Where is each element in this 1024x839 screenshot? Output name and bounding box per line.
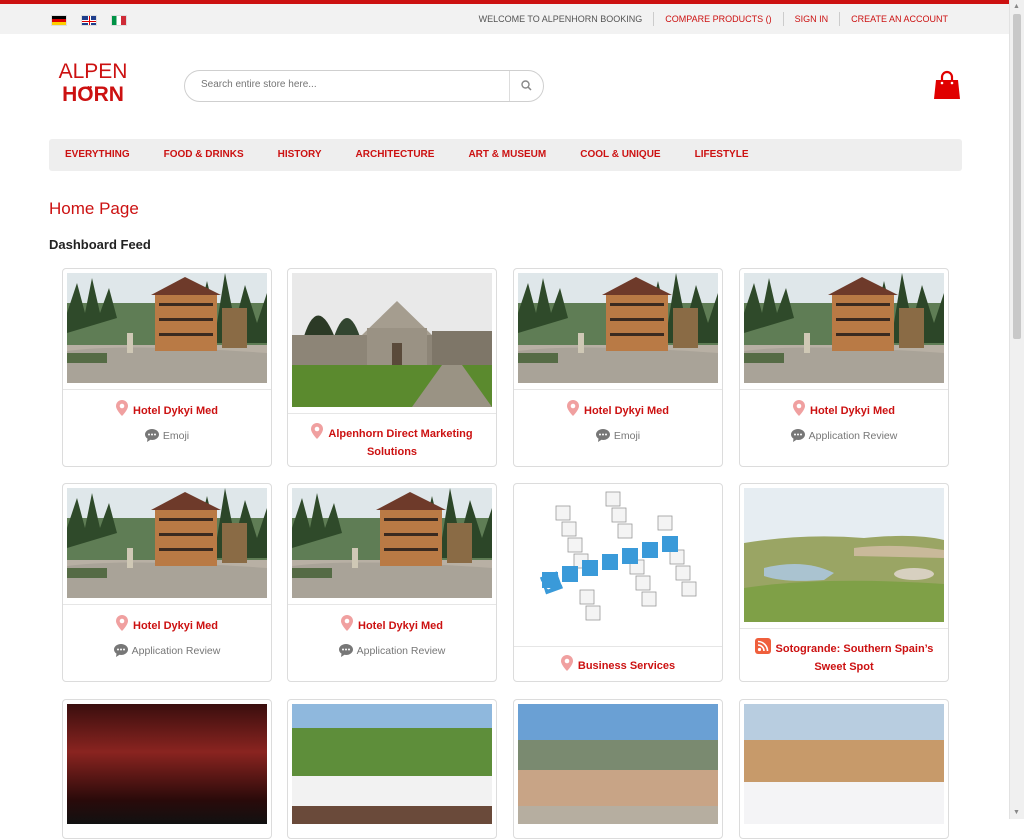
logo-line-2: HORN <box>62 83 124 106</box>
nav-history[interactable]: HISTORY <box>278 139 322 171</box>
heart-icon: ♥ <box>87 83 93 93</box>
welcome-message: WELCOME TO ALPENHORN BOOKING <box>478 14 643 24</box>
map-pin-icon <box>561 655 573 671</box>
village-square-photo <box>518 704 718 824</box>
card-subtitle: Emoji <box>162 430 190 442</box>
main-navigation: EVERYTHING FOOD & DRINKS HISTORY ARCHITE… <box>49 139 962 171</box>
nav-everything[interactable]: EVERYTHING <box>65 139 130 171</box>
divider <box>288 413 496 414</box>
german-flag-icon[interactable] <box>51 15 67 26</box>
create-account-link[interactable]: CREATE AN ACCOUNT <box>839 12 948 26</box>
nav-food-drinks[interactable]: FOOD & DRINKS <box>164 139 244 171</box>
card-subtitle: Application Review <box>808 430 898 442</box>
map-pin-icon <box>116 615 128 631</box>
ski-resort-photo <box>744 704 944 824</box>
map-pin-icon <box>341 615 353 631</box>
feed-title: Dashboard Feed <box>49 237 151 252</box>
divider <box>63 604 271 605</box>
cart-button[interactable] <box>933 70 961 105</box>
page-title: Home Page <box>49 199 139 218</box>
monastery-photo <box>292 273 492 412</box>
golf-course-photo <box>744 488 944 627</box>
nav-art-museum[interactable]: ART & MUSEUM <box>468 139 546 171</box>
hotel-photo <box>67 273 267 388</box>
feed-card[interactable]: Hotel Dykyi Med Application Review <box>287 483 497 682</box>
feed-card[interactable]: Hotel Dykyi Med Emoji <box>513 268 723 467</box>
card-title[interactable]: Hotel Dykyi Med <box>584 405 669 417</box>
hotel-photo <box>518 273 718 388</box>
chat-bubble-icon <box>114 644 128 657</box>
chat-bubble-icon <box>791 429 805 442</box>
feed-card[interactable] <box>62 699 272 839</box>
feed-card[interactable]: Hotel Dykyi Med Application Review <box>62 483 272 682</box>
map-pin-icon <box>311 423 323 439</box>
compare-products-link[interactable]: COMPARE PRODUCTS () <box>653 12 782 26</box>
feed-card[interactable]: Sotogrande: Southern Spain’s Sweet Spot <box>739 483 949 682</box>
feed-card[interactable]: Alpenhorn Direct Marketing Solutions <box>287 268 497 467</box>
feed-card[interactable] <box>513 699 723 839</box>
feed-card[interactable]: Hotel Dykyi Med Emoji <box>62 268 272 467</box>
chat-bubble-icon <box>145 429 159 442</box>
card-title[interactable]: Hotel Dykyi Med <box>810 405 895 417</box>
map-pin-icon <box>567 400 579 416</box>
scroll-up-arrow-icon[interactable]: ▲ <box>1013 3 1020 10</box>
divider <box>514 389 722 390</box>
scroll-down-arrow-icon[interactable]: ▼ <box>1013 809 1020 816</box>
nav-architecture[interactable]: ARCHITECTURE <box>356 139 435 171</box>
uk-flag-icon[interactable] <box>81 15 97 26</box>
divider <box>740 389 948 390</box>
nav-lifestyle[interactable]: LIFESTYLE <box>695 139 749 171</box>
map-pin-icon <box>116 400 128 416</box>
search-input[interactable] <box>199 78 503 91</box>
language-switcher <box>51 15 127 26</box>
service-crossword-image: SERVICE <box>518 488 718 640</box>
hotel-photo <box>744 273 944 388</box>
card-title[interactable]: Hotel Dykyi Med <box>358 620 443 632</box>
bar-interior-photo <box>67 704 267 824</box>
card-title[interactable]: Sotogrande: Southern Spain’s Sweet Spot <box>776 643 934 673</box>
search-button[interactable] <box>509 71 543 101</box>
scrollbar-thumb[interactable] <box>1013 14 1021 339</box>
feed-card[interactable] <box>739 699 949 839</box>
feed-card[interactable]: Hotel Dykyi Med Application Review <box>739 268 949 467</box>
top-bar: WELCOME TO ALPENHORN BOOKING COMPARE PRO… <box>0 0 1010 34</box>
card-subtitle: Application Review <box>131 645 221 657</box>
card-title[interactable]: Alpenhorn Direct Marketing Solutions <box>328 428 472 458</box>
divider <box>288 604 496 605</box>
alpine-hotel-photo <box>292 704 492 824</box>
sign-in-link[interactable]: SIGN IN <box>782 12 840 26</box>
card-title[interactable]: Hotel Dykyi Med <box>133 620 218 632</box>
rss-icon <box>754 638 771 654</box>
feed-card[interactable] <box>287 699 497 839</box>
italian-flag-icon[interactable] <box>111 15 127 26</box>
card-title[interactable]: Hotel Dykyi Med <box>133 405 218 417</box>
hotel-photo <box>292 488 492 603</box>
shopping-bag-icon <box>934 70 960 99</box>
map-pin-icon <box>793 400 805 416</box>
header-links: WELCOME TO ALPENHORN BOOKING COMPARE PRO… <box>468 12 948 26</box>
search-box <box>184 70 544 102</box>
card-title[interactable]: Business Services <box>578 660 675 672</box>
card-subtitle: Application Review <box>356 645 446 657</box>
nav-cool-unique[interactable]: COOL & UNIQUE <box>580 139 660 171</box>
card-subtitle: Emoji <box>613 430 641 442</box>
site-logo[interactable]: ALPEN ♥ HORN <box>58 60 128 106</box>
hotel-photo <box>67 488 267 603</box>
divider <box>63 389 271 390</box>
vertical-scrollbar[interactable]: ▲ ▼ <box>1009 0 1024 819</box>
feed-card[interactable]: SERVICE Business Services <box>513 483 723 682</box>
divider <box>740 628 948 629</box>
logo-line-1: ALPEN <box>58 60 128 83</box>
divider <box>514 646 722 647</box>
chat-bubble-icon <box>339 644 353 657</box>
chat-bubble-icon <box>596 429 610 442</box>
search-icon <box>521 80 532 91</box>
